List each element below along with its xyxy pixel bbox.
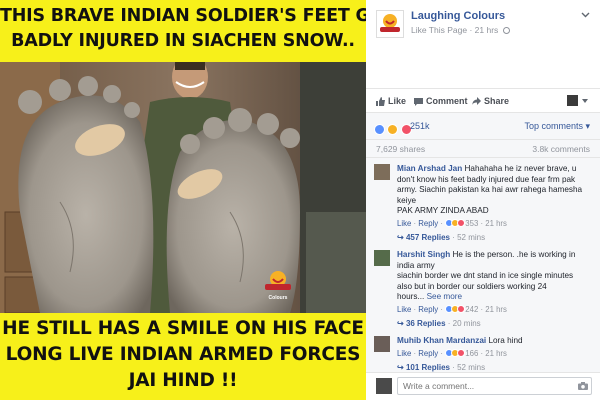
laughing-colours-logo [265, 271, 291, 290]
camera-icon[interactable] [578, 382, 588, 390]
left-foot [18, 95, 154, 313]
comment-text: also but in border our soldiers working … [397, 281, 547, 291]
commenter-name[interactable]: Muhib Khan Mardanzai [397, 336, 486, 345]
love-reaction-icon [457, 218, 466, 227]
comment-text: Hahahaha he iz never brave, u [464, 164, 577, 173]
comments-list: Mian Arshad Jan Hahahaha he iz never bra… [366, 158, 600, 372]
comment-text: siachin border we dnt stand in ice singl… [397, 271, 574, 280]
share-icon [472, 97, 481, 105]
post-sidebar: Laughing Colours Like This Page · 21 hrs… [366, 0, 600, 400]
comment-reply-link[interactable]: Reply [418, 305, 438, 314]
watermark-text: Colours [268, 295, 288, 301]
comment-text: india army [397, 260, 435, 270]
caret-down-icon[interactable] [582, 99, 588, 103]
thumbs-up-icon [376, 97, 385, 106]
comment-meta: Like · Reply · 166 · 21 hrs [397, 348, 507, 358]
soldier-feet-photo [0, 62, 366, 313]
post-subline: Like This Page · 21 hrs [411, 25, 510, 35]
comment-text: army. Siachin pakistan ka hai awr rahega… [397, 185, 583, 194]
comment-time[interactable]: 21 hrs [485, 305, 507, 314]
view-replies-link[interactable]: ↪ 457 Replies · 52 mins [397, 233, 590, 244]
shares-count[interactable]: 7,629 shares [376, 144, 425, 154]
comment-reaction-count[interactable]: 166 [465, 349, 478, 358]
globe-icon [502, 27, 510, 34]
reactions-summary: 251k Top comments ▾ [366, 112, 600, 140]
post-header: Laughing Colours Like This Page · 21 hrs [366, 0, 600, 48]
commenter-avatar[interactable] [374, 250, 390, 266]
comment-like-link[interactable]: Like [397, 219, 411, 228]
comments-count[interactable]: 3.8k comments [532, 144, 590, 154]
post-actions-bar: Like Comment Share [366, 88, 600, 112]
comment-meta: Like · Reply · 353 · 21 hrs [397, 218, 507, 228]
commenter-name[interactable]: Harshit Singh [397, 250, 450, 259]
viewer-avatar[interactable] [567, 95, 578, 106]
haha-reaction-icon [387, 124, 399, 136]
comment-reply-link[interactable]: Reply [418, 219, 438, 228]
top-comments-dropdown[interactable]: Top comments ▾ [524, 121, 590, 132]
laughing-colours-logo [380, 14, 400, 32]
comment-like-link[interactable]: Like [397, 349, 411, 358]
post-photo[interactable]: THIS BRAVE INDIAN SOLDIER'S FEET GOT BAD… [0, 0, 366, 400]
meme-bottom-line: JAI HIND !! [128, 370, 238, 391]
love-reaction-icon [457, 304, 466, 313]
commenter-avatar[interactable] [374, 164, 390, 180]
post-counts: 7,629 shares 3.8k comments [366, 140, 600, 158]
page-name-link[interactable]: Laughing Colours [411, 10, 505, 22]
comment-composer [366, 372, 600, 400]
like-reaction-icon [374, 124, 385, 136]
meme-bottom-line: HE STILL HAS A SMILE ON HIS FACE [2, 318, 364, 339]
laughing-colours-watermark: Colours [258, 270, 298, 301]
page-avatar[interactable] [376, 10, 404, 38]
comment-text: He is the person. .he is working in [452, 250, 576, 259]
comment-text: keiye [397, 195, 417, 205]
chevron-down-icon[interactable] [581, 10, 590, 19]
post-time[interactable]: 21 hrs [475, 25, 499, 35]
comment-icon [414, 98, 423, 106]
meme-bottom-line: LONG LIVE INDIAN ARMED FORCES [5, 344, 361, 365]
meme-bottom-caption: HE STILL HAS A SMILE ON HIS FACE LONG LI… [0, 313, 366, 400]
like-button[interactable]: Like [376, 96, 406, 106]
comment-button[interactable]: Comment [414, 96, 468, 106]
reaction-icons[interactable] [374, 121, 412, 139]
comment-reaction-count[interactable]: 242 [465, 305, 478, 314]
comment-reply-link[interactable]: Reply [418, 349, 438, 358]
comment-time[interactable]: 21 hrs [485, 349, 507, 358]
comment-text: don't know his feet badly injured due fe… [397, 174, 576, 184]
viewer-avatar [376, 378, 392, 394]
comment-text: hours... [397, 292, 425, 301]
reaction-count[interactable]: 251k [410, 121, 430, 131]
comment-input[interactable] [397, 377, 592, 395]
comment-meta: Like · Reply · 242 · 21 hrs [397, 304, 507, 314]
see-more-link[interactable]: See more [427, 292, 463, 301]
commenter-name[interactable]: Mian Arshad Jan [397, 164, 462, 173]
like-page-link[interactable]: Like This Page [411, 25, 467, 35]
share-button[interactable]: Share [472, 96, 509, 106]
meme-top-line: BADLY INJURED IN SIACHEN SNOW.. [11, 31, 355, 51]
love-reaction-icon [457, 348, 466, 357]
view-replies-link[interactable]: ↪ 36 Replies · 20 mins [397, 319, 590, 330]
comment-text: Lora hind [488, 336, 523, 345]
meme-top-line: THIS BRAVE INDIAN SOLDIER'S FEET GOT [0, 6, 366, 26]
comment-text: PAK ARMY ZINDA ABAD [397, 206, 489, 215]
comment-like-link[interactable]: Like [397, 305, 411, 314]
meme-top-caption: THIS BRAVE INDIAN SOLDIER'S FEET GOT BAD… [0, 0, 366, 62]
comment-reaction-count[interactable]: 353 [465, 219, 478, 228]
comment-time[interactable]: 21 hrs [485, 219, 507, 228]
commenter-avatar[interactable] [374, 336, 390, 352]
